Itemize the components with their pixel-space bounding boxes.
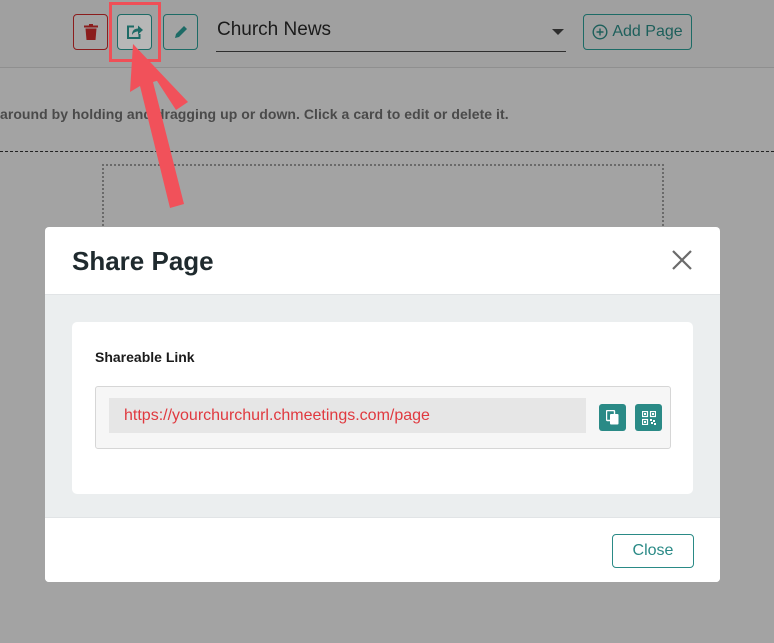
shareable-link-panel: Shareable Link: [72, 322, 693, 494]
section-divider: [0, 151, 774, 152]
modal-footer: Close: [45, 517, 720, 582]
share-page-modal: Share Page Shareable Link https://yourch…: [45, 227, 720, 582]
modal-title: Share Page: [72, 246, 214, 276]
plus-circle-icon: [592, 24, 608, 40]
reorder-hint-text: around by holding and dragging up or dow…: [0, 106, 509, 122]
modal-body: Shareable Link: [45, 295, 720, 517]
add-page-button[interactable]: Add Page: [583, 14, 692, 50]
link-container: [95, 386, 671, 449]
share-link-input[interactable]: [109, 398, 586, 433]
chevron-down-icon: [552, 29, 564, 35]
shareable-link-label: Shareable Link: [95, 349, 195, 365]
qr-code-button[interactable]: [635, 404, 662, 431]
page-select[interactable]: Church News: [216, 14, 566, 52]
qr-code-icon: [641, 410, 656, 425]
page-select-value: Church News: [217, 19, 332, 40]
copy-icon: [606, 410, 619, 425]
close-button[interactable]: Close: [612, 534, 694, 568]
trash-icon: [83, 24, 98, 40]
pencil-icon: [174, 26, 187, 38]
pointer-arrow-icon: [130, 44, 188, 208]
delete-page-button[interactable]: [73, 14, 108, 50]
modal-header: Share Page: [45, 227, 720, 295]
close-icon[interactable]: [669, 247, 695, 273]
add-page-label: Add Page: [612, 23, 683, 40]
copy-link-button[interactable]: [599, 404, 626, 431]
